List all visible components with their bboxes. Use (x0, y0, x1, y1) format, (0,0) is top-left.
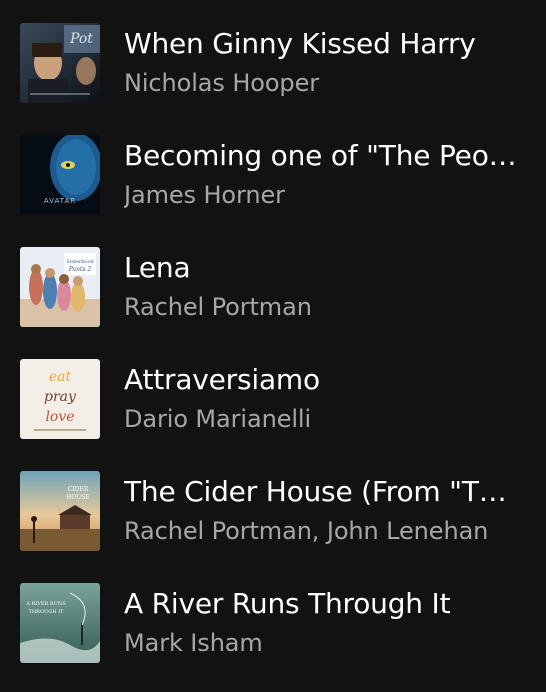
album-cover: Pot (20, 23, 100, 103)
cider-house-rules-album-cover-icon: CIDER HOUSE (20, 471, 100, 551)
track-artist: James Horner (124, 181, 285, 209)
svg-text:A RIVER RUNS: A RIVER RUNS (25, 601, 66, 607)
track-artist: Dario Marianelli (124, 405, 312, 433)
svg-text:CIDER: CIDER (68, 486, 89, 493)
svg-text:THROUGH IT: THROUGH IT (28, 609, 64, 615)
track-meta: Attraversiamo Dario Marianelli (124, 362, 524, 434)
sisterhood-traveling-pants-2-album-cover-icon: Sisterhood Pants 2 (20, 247, 100, 327)
track-title: Attraversiamo (124, 363, 320, 396)
track-meta: Lena Rachel Portman (124, 250, 524, 322)
album-cover: CIDER HOUSE (20, 471, 100, 551)
track-meta: A River Runs Through It Mark Isham (124, 586, 524, 658)
track-artist: Nicholas Hooper (124, 69, 320, 97)
track-meta: Becoming one of "The People" James Horne… (124, 138, 524, 210)
track-list: Pot When Ginny Kissed Harry Nicholas Hoo… (0, 6, 546, 678)
album-cover: Sisterhood Pants 2 (20, 247, 100, 327)
track-meta: The Cider House (From "The Cider House R… (124, 474, 524, 546)
track-title: The Cider House (From "The Cider House R… (124, 475, 524, 508)
cover-text: pray (44, 389, 77, 405)
svg-text:Pants 2: Pants 2 (68, 266, 92, 273)
svg-text:HOUSE: HOUSE (66, 494, 90, 501)
cover-text: AVATAR (44, 197, 76, 205)
album-cover: AVATAR (20, 135, 100, 215)
track-title: Lena (124, 251, 191, 284)
track-meta: When Ginny Kissed Harry Nicholas Hooper (124, 26, 524, 98)
track-row[interactable]: Pot When Ginny Kissed Harry Nicholas Hoo… (0, 6, 546, 118)
track-row[interactable]: eat pray love Attraversiamo Dario Marian… (0, 342, 546, 454)
track-artist: Rachel Portman (124, 293, 312, 321)
harry-potter-album-cover-icon: Pot (20, 23, 100, 103)
cover-text: eat (49, 369, 72, 385)
eat-pray-love-album-cover-icon: eat pray love (20, 359, 100, 439)
track-row[interactable]: CIDER HOUSE The Cider House (From "The C… (0, 454, 546, 566)
album-cover: eat pray love (20, 359, 100, 439)
svg-text:Pot: Pot (69, 31, 93, 47)
track-row[interactable]: A RIVER RUNS THROUGH IT A River Runs Thr… (0, 566, 546, 678)
track-artist: Rachel Portman, John Lenehan (124, 517, 489, 545)
avatar-album-cover-icon: AVATAR (20, 135, 100, 215)
cover-text: love (45, 409, 74, 425)
track-row[interactable]: Sisterhood Pants 2 Lena Rachel Portman (0, 230, 546, 342)
svg-text:Sisterhood: Sisterhood (66, 259, 94, 265)
track-artist: Mark Isham (124, 629, 263, 657)
track-title: When Ginny Kissed Harry (124, 27, 476, 60)
album-cover: A RIVER RUNS THROUGH IT (20, 583, 100, 663)
track-title: A River Runs Through It (124, 587, 451, 620)
track-title: Becoming one of "The People" (124, 139, 524, 172)
river-runs-through-it-album-cover-icon: A RIVER RUNS THROUGH IT (20, 583, 100, 663)
track-row[interactable]: AVATAR Becoming one of "The People" Jame… (0, 118, 546, 230)
